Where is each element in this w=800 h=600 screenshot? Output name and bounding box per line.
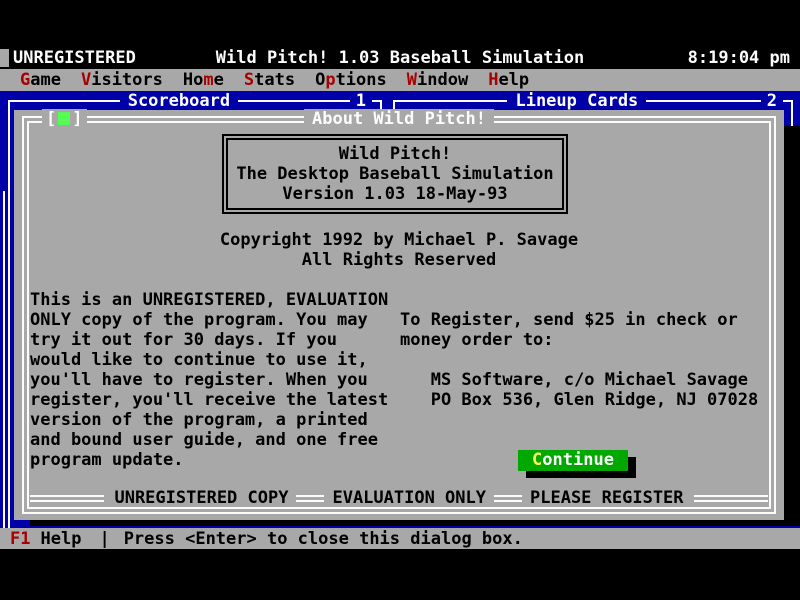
clock: 8:19:04 pm — [688, 48, 790, 68]
f1-help-label[interactable]: Help — [40, 529, 81, 549]
menu-item-help[interactable]: Help — [478, 70, 539, 90]
badge-please-register: PLEASE REGISTER — [530, 488, 684, 508]
window-lineup-cards-titlebar[interactable]: Lineup Cards 2 — [393, 91, 793, 111]
dialog-title: About Wild Pitch! — [14, 109, 784, 129]
dos-screen: Wild Pitch! 1.03 Baseball Simulation UNR… — [0, 0, 800, 600]
badge-evaluation-only: EVALUATION ONLY — [332, 488, 486, 508]
app-titlebar: Wild Pitch! 1.03 Baseball Simulation UNR… — [0, 48, 800, 69]
menu-item-visitors[interactable]: Visitors — [71, 70, 173, 90]
frame-line — [646, 100, 760, 102]
window-title-scoreboard: Scoreboard — [120, 91, 238, 111]
desktop: Scoreboard 1 Lineup Cards 2 About Wild P… — [0, 91, 800, 528]
menu-bar: Game Visitors Home Stats Options Window … — [0, 69, 800, 91]
double-line-separator — [694, 495, 768, 502]
copyright-block: Copyright 1992 by Michael P. Savage All … — [14, 230, 784, 270]
status-message: Press <Enter> to close this dialog box. — [124, 529, 523, 549]
registration-info-text: To Register, send $25 in check or money … — [400, 310, 758, 410]
window-scoreboard-left-border — [8, 100, 10, 528]
status-separator: | — [99, 529, 109, 549]
window-scoreboard-titlebar[interactable]: Scoreboard 1 — [8, 91, 382, 111]
continue-button[interactable]: Continue — [518, 450, 628, 471]
double-line-separator — [494, 495, 522, 502]
frame-line — [8, 100, 120, 102]
evaluation-notice-text: This is an UNREGISTERED, EVALUATION ONLY… — [30, 290, 388, 470]
window-title-lineup-cards: Lineup Cards — [507, 91, 646, 111]
registration-status: UNREGISTERED — [13, 48, 136, 68]
window-number-1: 1 — [350, 91, 372, 111]
menu-item-home[interactable]: Home — [173, 70, 234, 90]
double-line-separator — [296, 495, 324, 502]
double-line-separator — [30, 495, 104, 502]
badge-unregistered-copy: UNREGISTERED COPY — [114, 488, 288, 508]
about-dialog: About Wild Pitch! [] Wild Pitch! The Des… — [14, 110, 784, 520]
copyright-line: All Rights Reserved — [14, 250, 784, 270]
menu-item-window[interactable]: Window — [397, 70, 478, 90]
dialog-footer: UNREGISTERED COPY EVALUATION ONLY PLEASE… — [30, 488, 768, 508]
about-box: Wild Pitch! The Desktop Baseball Simulat… — [222, 134, 568, 214]
background-window-border — [3, 191, 5, 528]
about-box-border-inner — [226, 138, 564, 210]
window-number-2: 2 — [761, 91, 783, 111]
window-lineup-cards-right-border — [791, 100, 793, 128]
frame-line — [393, 100, 507, 102]
status-bar: F1 Help | Press <Enter> to close this di… — [0, 528, 800, 549]
close-icon — [58, 112, 70, 125]
frame-line — [238, 100, 350, 102]
menu-item-options[interactable]: Options — [305, 70, 397, 90]
copyright-line: Copyright 1992 by Michael P. Savage — [14, 230, 784, 250]
menu-item-stats[interactable]: Stats — [234, 70, 305, 90]
menu-item-game[interactable]: Game — [10, 70, 71, 90]
close-button[interactable]: [] — [42, 109, 87, 129]
f1-help-hint[interactable]: F1 — [10, 529, 30, 549]
